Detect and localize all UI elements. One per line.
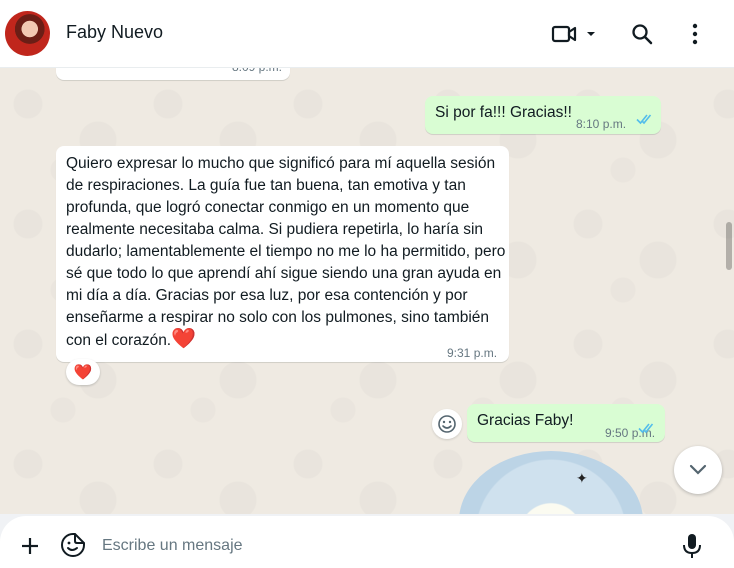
composer-box — [0, 516, 734, 568]
message-outgoing[interactable]: Gracias Faby! 9:50 p.m. — [467, 404, 665, 442]
chevron-down-icon — [587, 32, 595, 36]
sticker-button[interactable] — [60, 532, 86, 558]
search-button[interactable] — [626, 18, 658, 50]
video-call-button[interactable] — [550, 18, 600, 50]
chat-header: Faby Nuevo — [0, 0, 734, 68]
message-input[interactable] — [102, 534, 662, 558]
menu-button[interactable] — [680, 18, 710, 50]
sticker-icon — [61, 533, 85, 557]
double-check-icon — [638, 423, 654, 434]
image-detail: ✦ — [576, 470, 588, 486]
react-button[interactable] — [432, 409, 462, 439]
message-body: Quiero expresar lo mucho que significó p… — [66, 155, 506, 349]
smiley-icon — [438, 415, 456, 433]
plus-icon — [22, 538, 38, 554]
image-message[interactable]: ✦ — [459, 451, 643, 514]
message-text: Quiero expresar lo mucho que significó p… — [66, 153, 506, 352]
search-icon — [632, 24, 653, 45]
microphone-icon — [683, 534, 701, 558]
voice-message-button[interactable] — [680, 532, 704, 560]
scrollbar-thumb[interactable] — [726, 222, 732, 270]
contact-name[interactable]: Faby Nuevo — [66, 22, 163, 43]
heart-emoji: ❤️ — [171, 328, 197, 350]
message-text: Si por fa!!! Gracias!! — [435, 104, 572, 121]
attach-button[interactable] — [18, 534, 42, 558]
contact-avatar[interactable] — [5, 11, 50, 56]
composer-bar — [0, 514, 734, 568]
message-incoming[interactable]: 8:09 p.m. — [56, 68, 290, 80]
chat-area: 8:09 p.m. Si por fa!!! Gracias!! 8:10 p.… — [0, 68, 734, 514]
message-incoming[interactable]: Quiero expresar lo mucho que significó p… — [56, 146, 509, 362]
scroll-down-button[interactable] — [674, 446, 722, 494]
message-time: 9:31 p.m. — [447, 346, 498, 360]
more-vertical-icon — [692, 23, 698, 45]
message-time: 8:10 p.m. — [576, 117, 627, 131]
message-reaction[interactable]: ❤️ — [66, 359, 100, 385]
chevron-down-icon — [689, 464, 707, 475]
message-outgoing[interactable]: Si por fa!!! Gracias!! 8:10 p.m. — [425, 96, 661, 134]
message-text: Gracias Faby! — [477, 412, 574, 429]
double-check-icon — [636, 114, 652, 125]
video-call-icon — [551, 25, 577, 43]
message-time: 8:09 p.m. — [232, 68, 282, 78]
